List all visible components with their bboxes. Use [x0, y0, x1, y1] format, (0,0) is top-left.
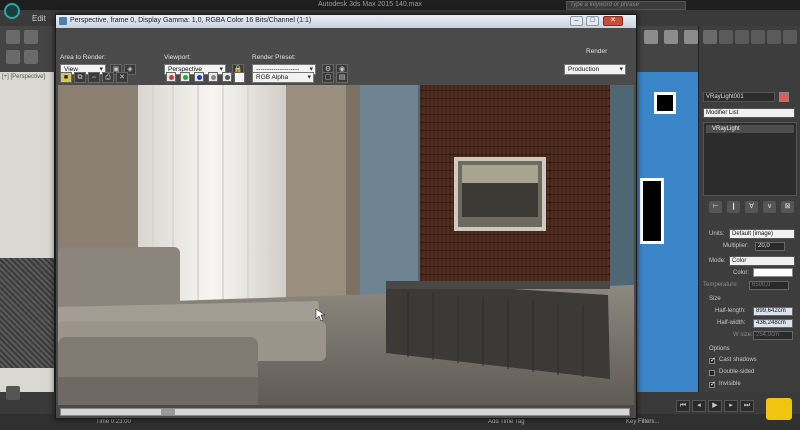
menu-edit[interactable]: Edit	[32, 14, 46, 23]
half-length-label: Half-length:	[715, 308, 746, 314]
color-label: Color:	[733, 270, 750, 276]
area-label: Area to Render:	[60, 54, 106, 61]
modify-tab-icon[interactable]	[719, 30, 733, 44]
channel-alpha-icon[interactable]	[208, 72, 218, 82]
viewport-label: Viewport:	[164, 54, 191, 61]
channel-red-icon[interactable]	[166, 72, 176, 82]
maximize-button[interactable]: □	[586, 16, 599, 26]
save-icon[interactable]: ■	[60, 72, 72, 83]
w-size-label: W size:	[733, 332, 753, 338]
preset-label: Render Preset:	[252, 54, 296, 61]
production-dropdown[interactable]: Production	[564, 64, 626, 75]
step-back-icon[interactable]: ◂	[692, 400, 706, 412]
cast-shadows-checkbox[interactable]	[709, 356, 716, 364]
display-channel-dropdown[interactable]: RGB Alpha	[252, 72, 314, 83]
pin-stack-icon[interactable]: ⊢	[709, 201, 722, 213]
minimize-button[interactable]: –	[570, 16, 583, 26]
channel-blue-icon[interactable]	[194, 72, 204, 82]
configure-sets-icon[interactable]: ⊠	[781, 201, 794, 213]
select-link-icon[interactable]	[6, 30, 20, 44]
render-production-icon[interactable]	[684, 30, 698, 44]
size-group-label: Size	[709, 296, 721, 302]
show-end-result-icon[interactable]: ❙	[727, 201, 740, 213]
app-logo-icon[interactable]	[4, 3, 20, 19]
remove-modifier-icon[interactable]: ∨	[763, 201, 776, 213]
light-gizmo	[654, 92, 676, 114]
time-readout: Time 0:23:00	[96, 419, 131, 425]
monochrome-icon[interactable]	[222, 72, 232, 82]
toggle-ui-icon[interactable]: ▤	[336, 72, 348, 83]
motion-tab-icon[interactable]	[751, 30, 765, 44]
clone-icon[interactable]: ⧉	[74, 72, 86, 83]
mode-dropdown[interactable]: Color	[729, 256, 795, 266]
frame-window-icon	[59, 17, 67, 25]
display-tab-icon[interactable]	[767, 30, 781, 44]
double-sided-label: Double-sided	[719, 369, 755, 375]
step-forward-icon[interactable]: ▸	[724, 400, 738, 412]
play-icon[interactable]: ▶	[708, 400, 722, 412]
viewport-right[interactable]	[636, 72, 698, 392]
copy-icon[interactable]: ⇔	[88, 72, 100, 83]
app-window: Autodesk 3ds Max 2015 140.max Type a key…	[0, 0, 800, 430]
cast-shadows-label: Cast shadows	[719, 357, 757, 363]
scrollbar-thumb[interactable]	[161, 409, 175, 415]
units-dropdown[interactable]: Default (image)	[729, 229, 795, 239]
search-input[interactable]: Type a keyword or phrase	[566, 1, 686, 10]
multiplier-spinner[interactable]: 20,0	[755, 242, 785, 251]
create-tab-icon[interactable]	[703, 30, 717, 44]
options-group-label: Options	[709, 346, 730, 352]
units-label: Units:	[709, 231, 725, 237]
mode-label: Mode:	[709, 258, 726, 264]
prev-frame-icon[interactable]: ⏮	[676, 400, 690, 412]
horizontal-scrollbar[interactable]	[60, 408, 630, 416]
move-icon[interactable]	[24, 50, 38, 64]
render-setup-icon[interactable]	[644, 30, 658, 44]
rendered-frame-window: Perspective, frame 0, Display Gamma: 1,0…	[55, 14, 637, 419]
maxscript-icon[interactable]	[6, 386, 20, 400]
temperature-spinner[interactable]: 6500,0	[749, 281, 789, 290]
invisible-checkbox[interactable]	[709, 380, 716, 388]
command-panel: VRayLight001 Modifier List VRayLight ⊢ ❙…	[698, 26, 800, 400]
add-time-tag[interactable]: Add Time Tag	[488, 419, 525, 425]
invisible-label: Invisible	[719, 381, 741, 387]
frame-window-title: Perspective, frame 0, Display Gamma: 1,0…	[70, 17, 312, 24]
close-button[interactable]: ✕	[603, 16, 623, 26]
hierarchy-tab-icon[interactable]	[735, 30, 749, 44]
half-width-spinner[interactable]: 436,248cm	[753, 319, 793, 328]
utilities-tab-icon[interactable]	[783, 30, 797, 44]
modifier-stack-item[interactable]: VRayLight	[706, 125, 794, 133]
temperature-label: Temperature:	[703, 282, 739, 288]
unlink-icon[interactable]	[24, 30, 38, 44]
select-icon[interactable]	[6, 50, 20, 64]
half-length-spinner[interactable]: 899,642cm	[753, 307, 793, 316]
render-frame-icon[interactable]	[664, 30, 678, 44]
w-size-spinner[interactable]: 254,0cm	[753, 331, 793, 340]
frame-window-statusbar	[56, 406, 636, 418]
key-filters-button[interactable]: Key Filters...	[626, 419, 659, 425]
double-sided-checkbox[interactable]	[709, 370, 715, 376]
viewport-sofa-wireframe	[0, 258, 54, 368]
modifier-stack: VRayLight	[703, 122, 797, 196]
viewport-navigation-icon[interactable]	[766, 398, 792, 420]
multiplier-label: Multiplier:	[723, 243, 749, 249]
background-color-swatch[interactable]	[234, 72, 245, 83]
make-unique-icon[interactable]: ∀	[745, 201, 758, 213]
object-name-field[interactable]: VRayLight001	[703, 92, 775, 102]
object-color-swatch[interactable]	[779, 92, 789, 102]
render-scene-art	[58, 85, 634, 405]
half-width-label: Half-width:	[717, 320, 746, 326]
toggle-ui-overlay-icon[interactable]: ▢	[322, 72, 334, 83]
print-icon[interactable]: ⎙	[102, 72, 114, 83]
rendered-image	[58, 85, 634, 405]
max-title: Autodesk 3ds Max 2015 140.max	[318, 1, 422, 8]
modifier-list-dropdown[interactable]: Modifier List	[703, 108, 795, 118]
clear-icon[interactable]: ✕	[116, 72, 128, 83]
next-frame-icon[interactable]: ⏭	[740, 400, 754, 412]
light-gizmo	[640, 178, 664, 244]
color-swatch[interactable]	[753, 268, 793, 277]
frame-window-titlebar: Perspective, frame 0, Display Gamma: 1,0…	[56, 15, 636, 28]
channel-green-icon[interactable]	[180, 72, 190, 82]
viewport-label: [+] [Perspective]	[2, 74, 46, 80]
render-button[interactable]: Render	[586, 48, 607, 55]
